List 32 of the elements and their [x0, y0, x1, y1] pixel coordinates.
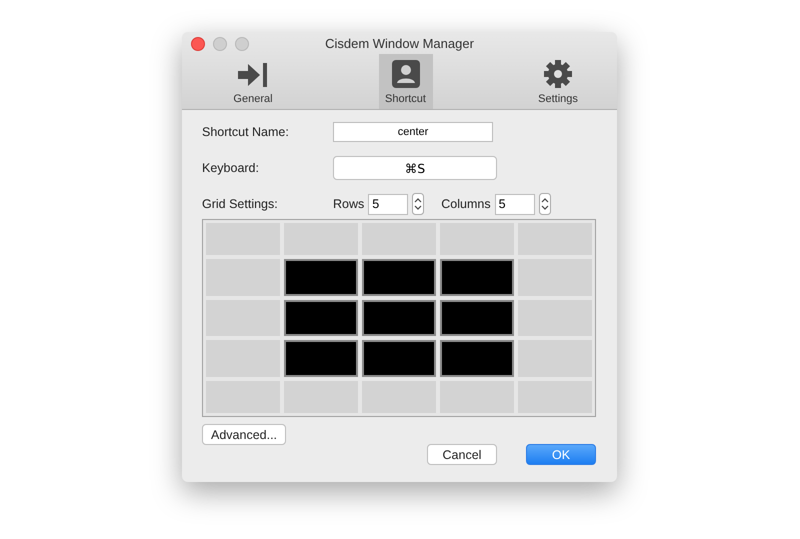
stepper-icon[interactable]: [538, 193, 551, 215]
field-label: Grid Settings:: [202, 197, 279, 211]
person-icon: [390, 59, 420, 89]
cancel-button[interactable]: Cancel: [427, 444, 497, 465]
grid-cell[interactable]: [284, 300, 358, 336]
columns-field[interactable]: 5: [494, 194, 535, 214]
field-label: Keyboard:: [202, 161, 260, 175]
grid-cell[interactable]: [362, 300, 436, 336]
arrow-to-bar-icon: [236, 61, 270, 89]
advanced-button[interactable]: Advanced...: [202, 424, 286, 445]
toolbar-tab[interactable]: General: [226, 54, 280, 109]
zoom-button[interactable]: [235, 37, 249, 51]
grid-cell[interactable]: [440, 259, 514, 296]
gear-icon: [543, 59, 573, 89]
grid-cell[interactable]: [362, 340, 436, 377]
grid-cell[interactable]: [440, 340, 514, 377]
grid-cell[interactable]: [362, 259, 436, 296]
field-label: Shortcut Name:: [202, 125, 290, 139]
stepper-icon[interactable]: [412, 193, 424, 215]
minimize-button[interactable]: [213, 37, 227, 51]
columns-label: Columns: [441, 197, 491, 211]
grid-cell[interactable]: [284, 259, 358, 296]
close-button[interactable]: [191, 37, 205, 51]
grid-cell[interactable]: [440, 300, 514, 336]
name-field[interactable]: center: [333, 122, 493, 142]
rows-label: Rows: [333, 197, 364, 211]
window-title: Cisdem Window Manager: [325, 36, 474, 50]
shortcut-recorder[interactable]: ⌘S: [333, 156, 497, 180]
toolbar-tab[interactable]: Settings: [531, 54, 585, 109]
rows-field[interactable]: 5: [368, 194, 408, 214]
toolbar-tab[interactable]: Shortcut: [378, 54, 432, 109]
grid-cell[interactable]: [284, 340, 358, 377]
